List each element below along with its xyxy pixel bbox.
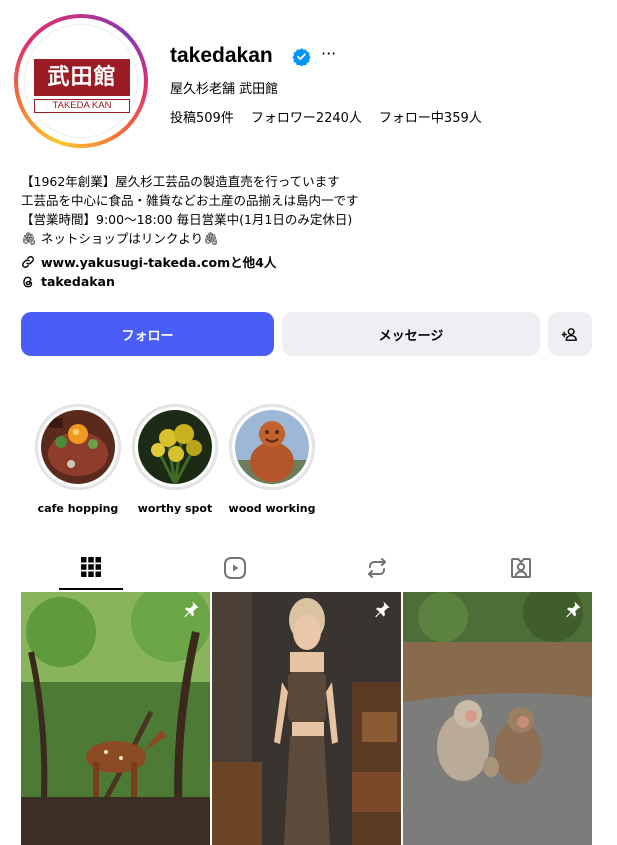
posts-grid	[21, 592, 592, 845]
suggest-accounts-button[interactable]	[548, 312, 592, 356]
pinned-icon	[375, 601, 390, 618]
pinned-icon	[184, 601, 199, 618]
threads-link[interactable]: takedakan	[21, 274, 115, 289]
logo-text: 武田館	[34, 59, 130, 96]
bio-line: 【1962年創業】屋久杉工芸品の製造直売を行っています	[21, 174, 340, 189]
avatar-frame: 武田館 TAKEDA KAN	[18, 18, 144, 144]
highlight-label: worthy spot	[137, 502, 213, 515]
profile-tabs	[21, 552, 592, 590]
active-tab-indicator	[59, 588, 123, 590]
verified-badge-icon	[292, 48, 311, 66]
link-icon	[22, 255, 34, 268]
post-thumbnail[interactable]	[21, 592, 210, 845]
profile-full-name: 屋久杉老舗 武田館	[170, 82, 279, 97]
highlight-label: cafe hopping	[37, 502, 119, 515]
profile-avatar-ring[interactable]: 武田館 TAKEDA KAN	[14, 14, 148, 148]
grid-icon	[81, 557, 101, 577]
post-thumbnail[interactable]	[212, 592, 401, 845]
tab-posts[interactable]	[59, 552, 123, 590]
highlight-cover-image	[235, 410, 309, 484]
highlight-cover-image	[41, 410, 115, 484]
post-thumbnail[interactable]	[403, 592, 592, 845]
threads-icon	[23, 276, 33, 287]
profile-bio: 【1962年創業】屋久杉工芸品の製造直売を行っています 工芸品を中心に食品・雑貨…	[21, 172, 611, 248]
profile-username: takedakan	[170, 44, 273, 67]
posts-count: 投稿509件	[170, 111, 234, 126]
tagged-icon	[511, 558, 531, 578]
message-button[interactable]: メッセージ	[282, 312, 540, 356]
repost-icon	[368, 558, 386, 578]
threads-username[interactable]: takedakan	[41, 274, 115, 289]
highlight-cafe-hopping[interactable]: cafe hopping	[33, 404, 123, 515]
post-image	[21, 592, 210, 845]
profile-stats: 投稿509件 フォロワー2240人 フォロー中359人	[170, 107, 482, 126]
pinned-icon	[566, 601, 581, 618]
highlight-ring	[132, 404, 218, 490]
following-count[interactable]: フォロー中359人	[379, 107, 482, 126]
tab-reels[interactable]	[203, 552, 267, 590]
followers-count[interactable]: フォロワー2240人	[251, 107, 362, 126]
external-link-text[interactable]: www.yakusugi-takeda.comと他4人	[41, 252, 276, 271]
highlight-worthy-spot[interactable]: worthy spot	[130, 404, 220, 515]
highlight-wood-working[interactable]: wood working	[227, 404, 317, 515]
post-image	[403, 592, 592, 845]
logo-subtitle: TAKEDA KAN	[34, 99, 130, 113]
post-image	[212, 592, 401, 845]
more-options-icon[interactable]: ···	[321, 44, 336, 63]
tab-reposts[interactable]	[345, 552, 409, 590]
follow-button[interactable]: フォロー	[21, 312, 274, 356]
reels-icon	[224, 557, 246, 579]
bio-line: 【営業時間】9:00〜18:00 毎日営業中(1月1日のみ定休日)	[21, 212, 353, 227]
highlight-label: wood working	[228, 502, 316, 515]
bio-line: 工芸品を中心に食品・雑貨などお土産の品揃えは島内一です	[21, 193, 359, 208]
tab-tagged[interactable]	[489, 552, 553, 590]
highlight-ring	[35, 404, 121, 490]
bio-line: 🖇 ネットショップはリンクより🖇	[21, 231, 219, 246]
add-person-icon	[561, 327, 577, 341]
external-link[interactable]: www.yakusugi-takeda.comと他4人	[21, 252, 276, 271]
highlight-cover-image	[138, 410, 212, 484]
highlight-ring	[229, 404, 315, 490]
avatar[interactable]: 武田館 TAKEDA KAN	[24, 24, 138, 138]
